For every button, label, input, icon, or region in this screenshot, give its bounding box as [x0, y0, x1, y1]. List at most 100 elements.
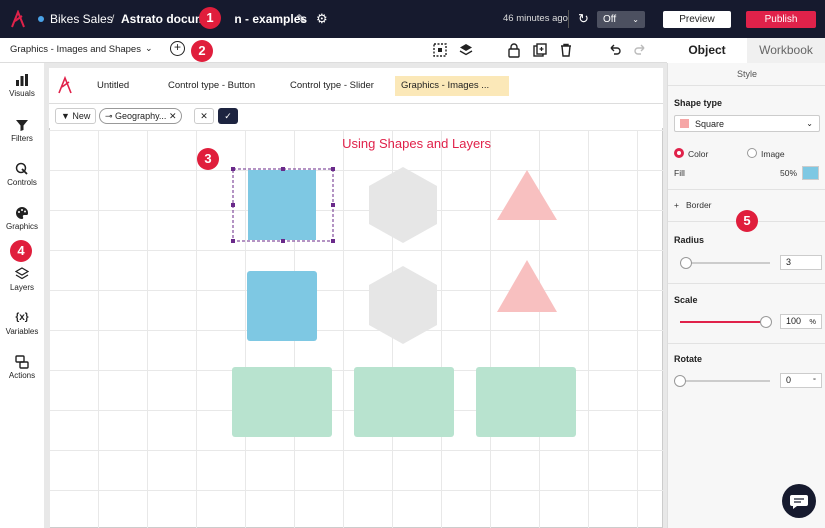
sheet-tab-button[interactable]: Control type - Button [162, 76, 261, 96]
close-icon[interactable]: ✕ [169, 111, 177, 121]
style-section-title: Style [736, 69, 757, 79]
apply-filter-button[interactable]: ✓ [218, 108, 238, 124]
chevron-down-icon: ⌄ [632, 15, 639, 24]
astrato-logo-icon[interactable] [10, 10, 26, 28]
fill-label: Fill [674, 168, 685, 178]
duplicate-icon[interactable] [532, 42, 548, 58]
border-toggle[interactable]: Border [686, 200, 712, 210]
workbook-name[interactable]: Bikes Sales [50, 12, 113, 26]
tab-workbook[interactable]: Workbook [747, 38, 825, 63]
astrato-logo-icon [58, 76, 72, 94]
publish-button[interactable]: Publish [746, 11, 816, 28]
toolbar: Graphics - Images and Shapes ⌄ + [0, 38, 667, 63]
status-dot-icon [38, 16, 44, 22]
properties-panel: Style Shape type Square ⌄ Color Image Fi… [667, 63, 825, 528]
scale-slider-track[interactable] [680, 321, 766, 323]
undo-icon[interactable] [607, 42, 623, 58]
scale-slider-thumb[interactable] [760, 316, 772, 328]
sheet-tabs: Untitled Control type - Button Control t… [49, 68, 663, 104]
filter-bar: ▼ New ⊸ Geography... ✕ ✕ ✓ [49, 104, 663, 128]
color-radio-label: Color [688, 149, 709, 159]
hexagon-shape[interactable] [366, 165, 440, 245]
radius-label: Radius [674, 235, 705, 245]
live-mode-dropdown[interactable]: Off ⌄ [597, 11, 645, 28]
actions-icon [15, 355, 29, 369]
callout-4: 4 [10, 240, 32, 262]
radius-slider-track[interactable] [680, 262, 770, 264]
color-radio[interactable] [674, 148, 684, 158]
rail-item-layers[interactable]: Layers [0, 267, 44, 292]
filter-icon: ▼ [61, 111, 73, 121]
left-rail: Visuals Filters Controls Graphics Layers… [0, 63, 44, 528]
link-icon: ⊸ [105, 111, 116, 121]
rotate-input[interactable]: 0 ° [780, 373, 822, 388]
edit-title-icon[interactable]: ✎ [296, 12, 306, 26]
sheet-tab-graphics[interactable]: Graphics - Images ... [395, 76, 509, 96]
callout-5: 5 [736, 210, 758, 232]
canvas-grid [49, 130, 663, 528]
callout-3: 3 [197, 148, 219, 170]
chevron-down-icon[interactable]: ⌄ [145, 43, 153, 54]
rail-item-visuals[interactable]: Visuals [0, 73, 44, 98]
scale-input[interactable]: 100% [780, 314, 822, 329]
new-filter-button[interactable]: ▼ New [55, 108, 97, 124]
layers-icon[interactable] [458, 42, 474, 58]
divider [668, 189, 825, 190]
rail-item-controls[interactable]: Controls [0, 162, 44, 187]
add-border-icon[interactable]: + [674, 200, 679, 210]
lock-icon[interactable] [506, 42, 522, 58]
canvas-heading[interactable]: Using Shapes and Layers [49, 136, 663, 151]
controls-icon [15, 162, 29, 176]
callout-1: 1 [199, 7, 221, 29]
top-bar: Bikes Sales / Astrato docume n - examples… [0, 0, 825, 38]
rail-item-actions[interactable]: Actions [0, 355, 44, 380]
rectangle-shape[interactable] [475, 366, 577, 438]
select-area-icon[interactable] [432, 42, 448, 58]
chat-button[interactable] [782, 484, 816, 518]
preview-button[interactable]: Preview [663, 11, 731, 28]
image-radio[interactable] [747, 148, 757, 158]
sheet-selector[interactable]: Graphics - Images and Shapes [10, 44, 141, 55]
tab-object[interactable]: Object [667, 38, 747, 63]
callout-2: 2 [191, 40, 213, 62]
divider [668, 85, 825, 86]
refresh-icon[interactable]: ↻ [578, 11, 589, 27]
chat-bubble-icon [790, 495, 808, 509]
rectangle-shape[interactable] [231, 366, 333, 438]
square-shape-selected[interactable] [228, 165, 338, 245]
triangle-shape[interactable] [495, 258, 559, 314]
shape-type-select[interactable]: Square ⌄ [674, 115, 820, 132]
panel-tabs: Object Workbook [667, 38, 825, 63]
rotate-slider-track[interactable] [680, 380, 770, 382]
settings-gear-icon[interactable]: ⚙ [316, 11, 328, 27]
rectangle-shape[interactable] [353, 366, 455, 438]
divider [668, 343, 825, 344]
sheet-tab-slider[interactable]: Control type - Slider [284, 76, 380, 96]
radius-input[interactable]: 3 [780, 255, 822, 270]
rail-item-variables[interactable]: {x} Variables [0, 311, 44, 336]
cancel-filter-button[interactable]: ✕ [194, 108, 214, 124]
divider [668, 283, 825, 284]
triangle-shape[interactable] [495, 168, 559, 222]
chevron-down-icon: ⌄ [806, 119, 813, 128]
variables-icon: {x} [15, 312, 29, 323]
rotate-slider-thumb[interactable] [674, 375, 686, 387]
fill-color-swatch[interactable] [802, 166, 819, 180]
divider [568, 10, 569, 28]
rotate-label: Rotate [674, 354, 703, 364]
sheet-tab-untitled[interactable]: Untitled [91, 76, 135, 96]
filter-icon [15, 118, 29, 132]
image-radio-label: Image [761, 149, 785, 159]
layers-icon [14, 267, 30, 281]
square-shape[interactable] [246, 270, 318, 342]
redo-icon [632, 42, 648, 58]
palette-icon [15, 206, 29, 220]
fill-opacity: 50% [780, 168, 798, 178]
hexagon-shape[interactable] [366, 264, 440, 346]
add-sheet-button[interactable]: + [170, 41, 185, 56]
delete-icon[interactable] [558, 42, 574, 58]
filter-chip-geography[interactable]: ⊸ Geography... ✕ [99, 108, 183, 124]
rail-item-graphics[interactable]: Graphics [0, 206, 44, 231]
rail-item-filters[interactable]: Filters [0, 118, 44, 143]
radius-slider-thumb[interactable] [680, 257, 692, 269]
